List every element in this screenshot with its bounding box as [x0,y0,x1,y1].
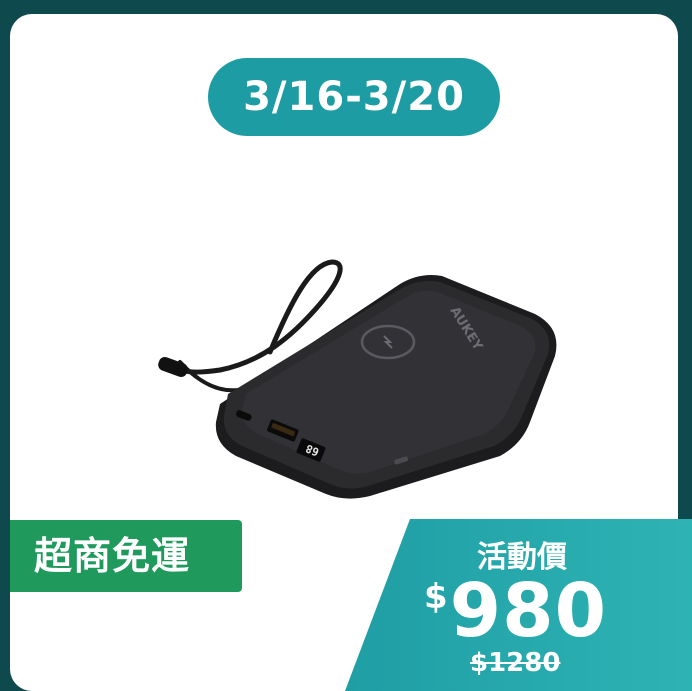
sale-price: $980 [424,568,607,654]
power-bank-image: AUKEY 68 [158,259,557,499]
sale-price-value: 980 [449,568,608,654]
original-price: $1280 [470,648,561,678]
free-shipping-badge: 超商免運 [10,520,242,592]
currency-symbol: $ [424,577,448,617]
date-range-pill: 3/16-3/20 [208,58,500,136]
